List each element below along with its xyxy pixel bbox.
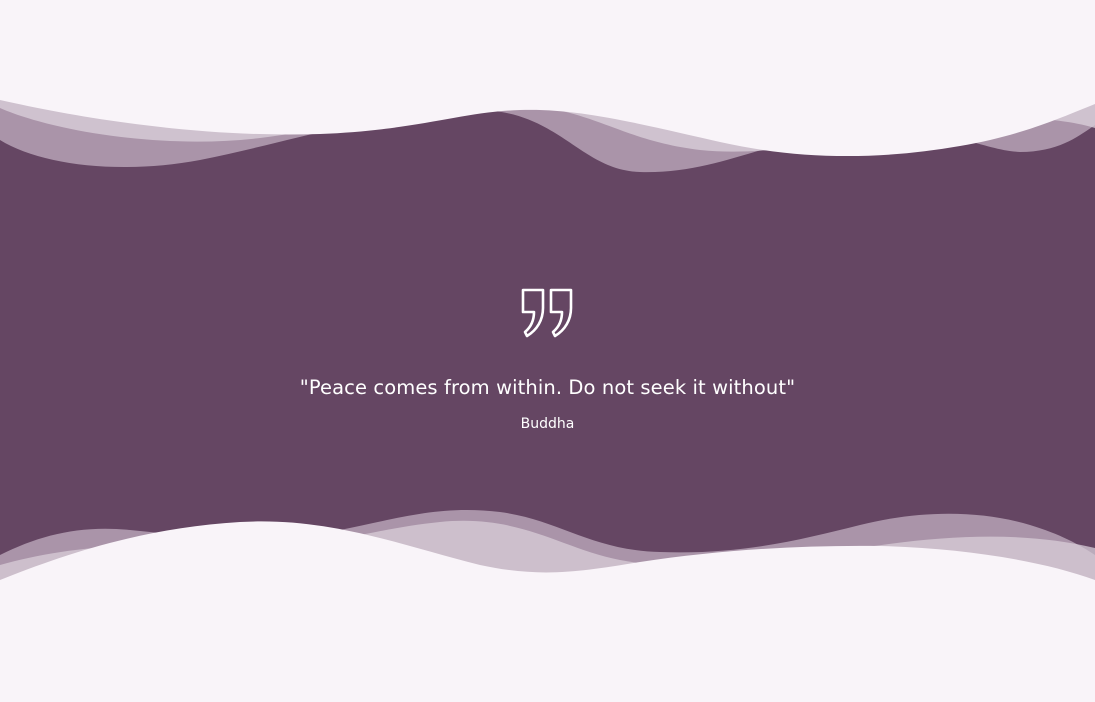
quote-page: "Peace comes from within. Do not seek it… xyxy=(0,0,1095,702)
quote-author: Buddha xyxy=(520,416,575,432)
quote-block: "Peace comes from within. Do not seek it… xyxy=(0,280,1095,433)
quote-text: "Peace comes from within. Do not seek it… xyxy=(299,376,796,399)
closing-quote-icon xyxy=(521,288,572,338)
